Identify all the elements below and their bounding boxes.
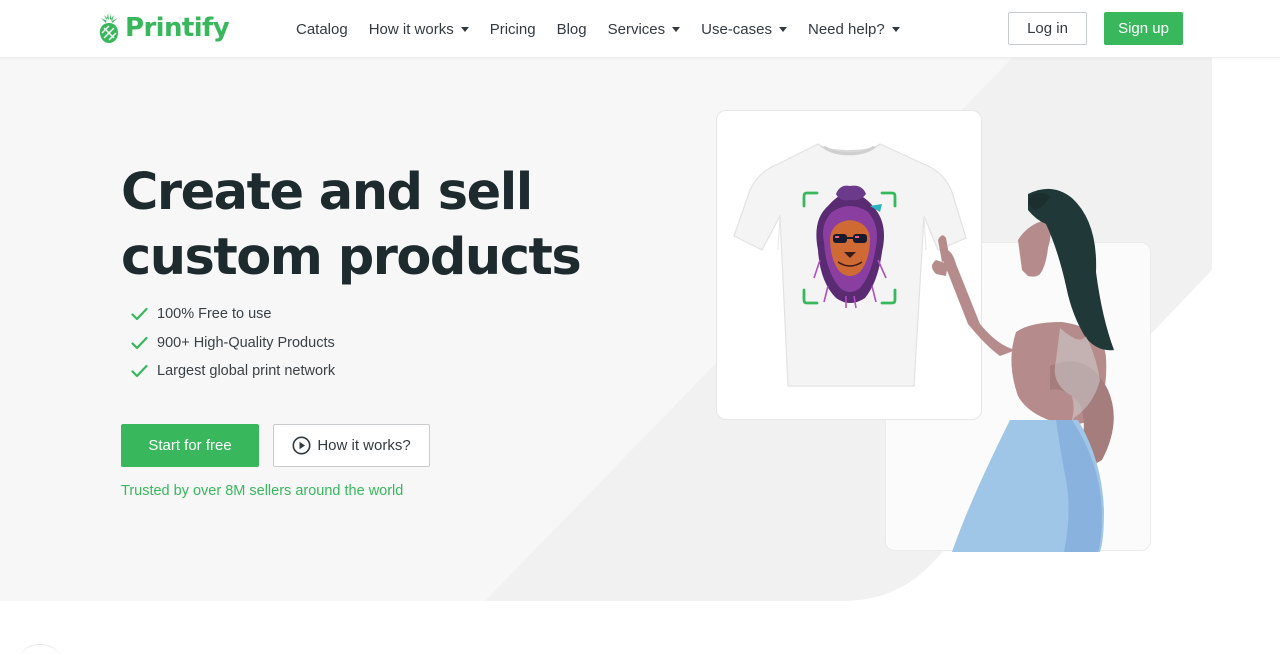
printify-logo[interactable]: Printify [98,12,230,44]
login-button[interactable]: Log in [1008,12,1087,45]
chevron-down-icon [460,26,469,32]
nav-item-need-help[interactable]: Need help? [808,21,900,38]
nav-item-services[interactable]: Services [608,21,681,38]
how-it-works-button[interactable]: How it works? [273,424,430,467]
nav-item-blog[interactable]: Blog [557,21,587,38]
start-for-free-button[interactable]: Start for free [121,424,259,467]
headline-line-2: custom products [121,228,582,287]
check-icon [131,336,148,349]
chevron-down-icon [672,26,681,32]
headline-line-1: Create and sell [121,163,533,222]
nav-label: Blog [556,20,587,38]
feature-item: Largest global print network [131,357,335,386]
product-preview-card [716,110,982,420]
feature-text: 100% Free to use [157,306,272,323]
feature-list: 100% Free to use 900+ High-Quality Produ… [131,300,335,386]
chevron-down-icon [779,26,787,32]
chevron-down-icon [891,26,900,32]
nav-label: Pricing [489,20,536,38]
play-circle-icon [292,436,311,455]
feature-item: 100% Free to use [131,300,335,329]
how-it-works-label: How it works? [317,437,411,454]
nav-item-catalog[interactable]: Catalog [296,21,348,38]
site-header: Printify Catalog How it works Pricing Bl… [0,0,1280,58]
feature-item: 900+ High-Quality Products [131,329,335,358]
nav-label: Catalog [296,20,348,38]
nav-item-use-cases[interactable]: Use-cases [701,21,787,38]
check-icon [131,365,148,378]
main-nav: Catalog How it works Pricing Blog Servic… [296,0,900,58]
feature-text: 900+ High-Quality Products [157,334,335,351]
hero-headline: Create and sell custom products [121,160,681,290]
trusted-text: Trusted by over 8M sellers around the wo… [121,483,404,499]
pineapple-logo-icon [99,13,118,43]
signup-button[interactable]: Sign up [1104,12,1183,45]
nav-label: How it works [368,20,454,38]
nav-label: Services [607,20,666,38]
nav-item-pricing[interactable]: Pricing [490,21,536,38]
nav-item-how-it-works[interactable]: How it works [369,21,469,38]
check-icon [131,308,148,321]
feature-text: Largest global print network [157,363,336,380]
nav-label: Use-cases [701,20,772,38]
nav-label: Need help? [808,20,885,38]
brand-name: Printify [125,13,230,43]
